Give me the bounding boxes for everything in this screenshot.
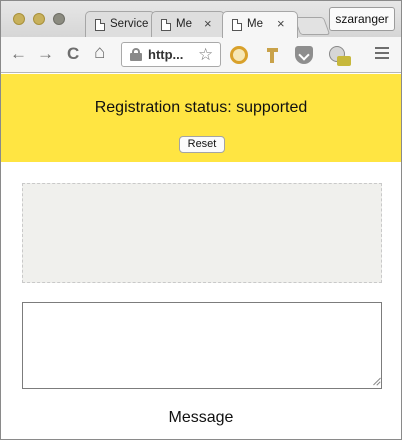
browser-window: Service Me × Me × szaranger ← → C ⌂ http… (0, 0, 402, 440)
close-window-button[interactable] (13, 13, 25, 25)
address-bar[interactable]: http... ☆ (121, 42, 221, 67)
url-text: http... (148, 47, 184, 62)
browser-toolbar: ← → C ⌂ http... ☆ (1, 37, 401, 73)
message-label: Message (168, 409, 234, 426)
back-arrow-icon[interactable]: ← (10, 44, 27, 64)
tab-strip: Service Me × Me × szaranger (1, 1, 401, 38)
reload-icon[interactable]: C (67, 44, 79, 64)
tab-service[interactable]: Service (85, 11, 155, 38)
close-tab-icon[interactable]: × (204, 16, 212, 31)
hamburger-menu-icon[interactable] (375, 46, 389, 60)
document-icon (95, 19, 105, 31)
tab-title: Me (176, 18, 192, 30)
zoom-window-button[interactable] (53, 13, 65, 25)
resize-grip-icon[interactable] (372, 378, 380, 386)
document-icon (232, 19, 242, 31)
extension-ring-icon[interactable] (230, 46, 248, 64)
pocket-icon[interactable] (295, 46, 313, 64)
bookmark-star-icon[interactable]: ☆ (198, 45, 213, 65)
close-tab-icon[interactable]: × (277, 16, 285, 31)
lock-icon (130, 48, 142, 61)
extension-off-icon[interactable] (329, 46, 351, 66)
new-tab-button[interactable] (293, 17, 331, 35)
profile-button[interactable]: szaranger (329, 7, 395, 31)
tab-title: Me (247, 18, 263, 30)
tab-me-active[interactable]: Me × (222, 11, 298, 38)
extension-key-icon[interactable] (264, 46, 282, 64)
minimize-window-button[interactable] (33, 13, 45, 25)
tab-me-1[interactable]: Me × (151, 11, 225, 38)
status-banner: Registration status: supported Reset (1, 74, 401, 162)
registration-status: Registration status: supported (94, 99, 308, 116)
forward-arrow-icon[interactable]: → (37, 44, 54, 64)
message-textarea[interactable] (22, 302, 382, 389)
document-icon (161, 19, 171, 31)
tab-title: Service (110, 18, 149, 30)
message-output-area (22, 183, 382, 283)
home-icon[interactable]: ⌂ (94, 43, 105, 63)
reset-button[interactable]: Reset (179, 136, 225, 153)
